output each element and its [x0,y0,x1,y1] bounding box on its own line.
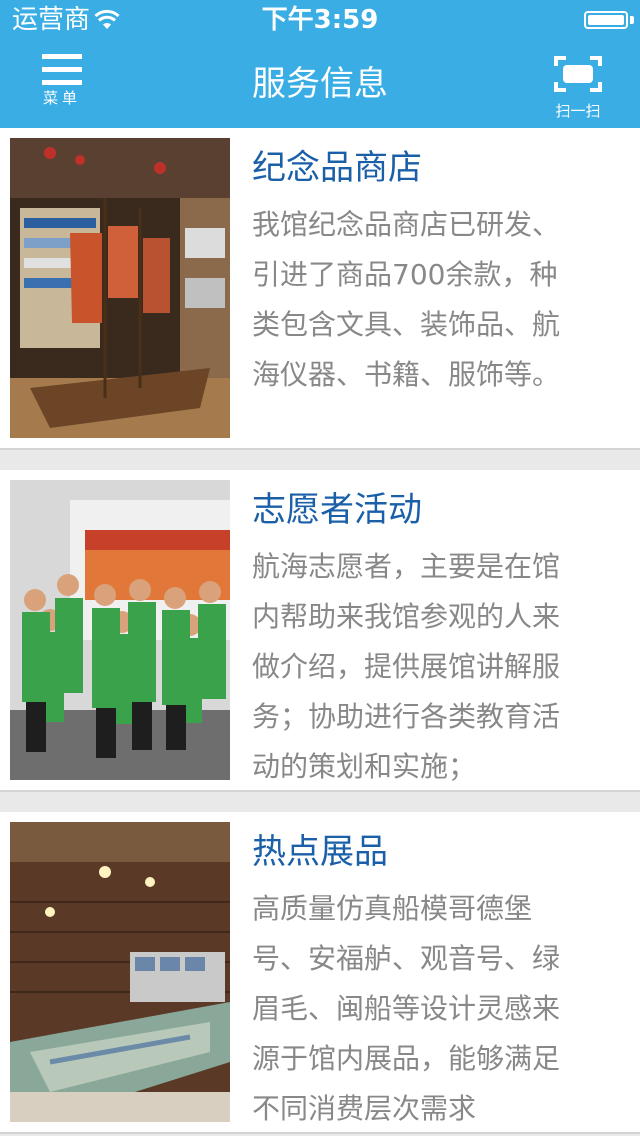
divider [0,448,640,470]
app-header: 运营商 下午3:59 菜单 服务信息 扫一扫 [0,0,640,128]
item-description: 航海志愿者，主要是在馆 内帮助来我馆参观的人来 做介绍，提供展馆讲解服 务；协助… [252,550,561,782]
scan-icon [554,56,602,92]
divider [0,1132,640,1136]
volunteer-group-photo [10,480,230,780]
item-title: 志愿者活动 [252,490,422,530]
divider [0,790,640,812]
battery-icon [584,11,628,29]
list-item-volunteer-activity[interactable]: 志愿者活动 航海志愿者，主要是在馆 内帮助来我馆参观的人来 做介绍，提供展馆讲解… [0,470,640,790]
item-description: 我馆纪念品商店已研发、 引进了商品700余款，种 类包含文具、装饰品、航 海仪器… [252,208,561,391]
scan-button[interactable]: 扫一扫 [548,52,608,120]
souvenir-shop-photo [10,138,230,438]
page-title: 服务信息 [252,64,388,104]
item-title: 纪念品商店 [252,148,422,188]
item-title: 热点展品 [252,832,388,872]
list-item-featured-exhibits[interactable]: 热点展品 高质量仿真船模哥德堡 号、安福舻、观音号、绿 眉毛、闽船等设计灵感来 … [0,812,640,1132]
list-item-souvenir-shop[interactable]: 纪念品商店 我馆纪念品商店已研发、 引进了商品700余款，种 类包含文具、装饰品… [0,128,640,448]
item-description: 高质量仿真船模哥德堡 号、安福舻、观音号、绿 眉毛、闽船等设计灵感来 源于馆内展… [252,892,561,1124]
battery-tip [630,16,634,24]
status-bar: 运营商 下午3:59 [0,0,640,40]
scan-label: 扫一扫 [555,102,601,120]
status-time: 下午3:59 [261,5,379,35]
exhibit-hall-photo [10,822,230,1122]
